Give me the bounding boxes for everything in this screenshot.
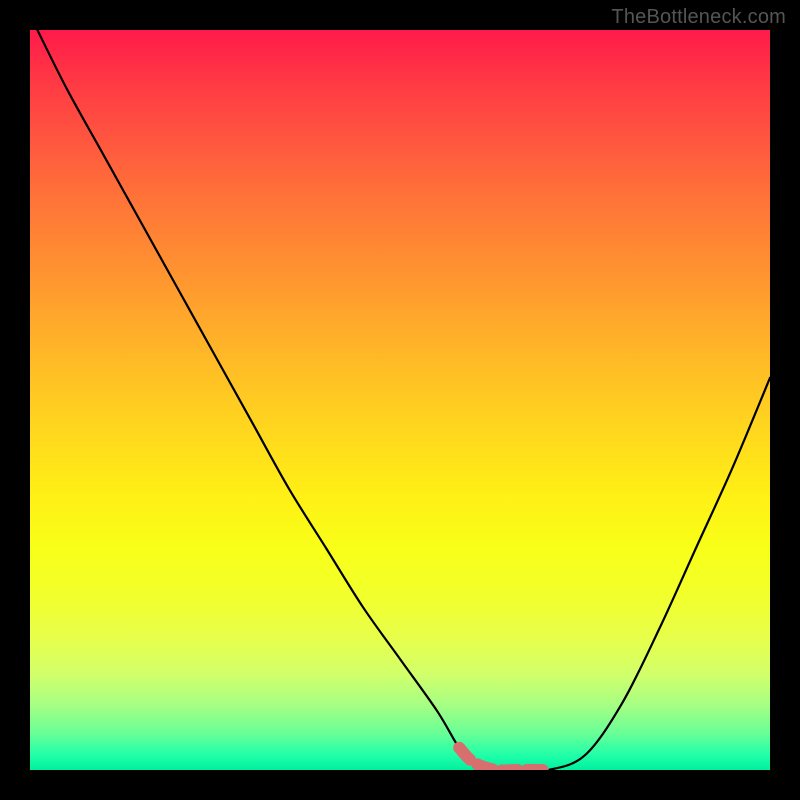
chart-frame: TheBottleneck.com bbox=[0, 0, 800, 800]
bottleneck-curve bbox=[37, 30, 770, 770]
watermark-text: TheBottleneck.com bbox=[611, 6, 786, 29]
plot-area bbox=[30, 30, 770, 770]
curve-layer bbox=[30, 30, 770, 770]
optimal-range-highlight bbox=[459, 748, 548, 770]
